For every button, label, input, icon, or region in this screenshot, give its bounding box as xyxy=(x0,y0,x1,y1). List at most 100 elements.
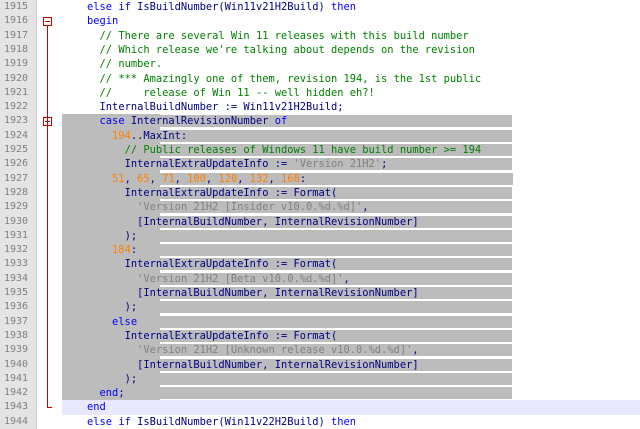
code-text[interactable]: 'Version 21H2 [Beta v10.0.%d.%d]', xyxy=(62,272,640,286)
code-content: InternalBuildNumber := Win11v21H2Build; xyxy=(62,101,344,113)
line-number: 1941 xyxy=(4,372,29,384)
code-text[interactable]: // number. xyxy=(62,57,640,71)
code-line[interactable]: 1930 [InternalBuildNumber, InternalRevis… xyxy=(0,215,640,229)
code-line[interactable]: 1923 case InternalRevisionNumber of xyxy=(0,114,640,128)
code-line[interactable]: 1924 194..MaxInt: xyxy=(0,129,640,143)
code-line[interactable]: 1932 184: xyxy=(0,243,640,257)
code-line[interactable]: 1943 end xyxy=(0,400,640,415)
code-content: 'Version 21H2 [Insider v10.0.%d.%d]', xyxy=(62,201,513,214)
code-editor[interactable]: 1915 else if IsBuildNumber(Win11v21H2Bui… xyxy=(0,0,640,429)
fold-margin[interactable] xyxy=(37,0,57,429)
code-text[interactable]: 'Version 21H2 [Insider v10.0.%d.%d]', xyxy=(62,200,640,214)
code-line[interactable]: 1919 // number. xyxy=(0,57,640,71)
fold-toggle-begin-icon[interactable] xyxy=(43,17,52,27)
code-line[interactable]: 1935 [InternalBuildNumber, InternalRevis… xyxy=(0,286,640,300)
code-token: InternalExtraUpdateInfo := Format( xyxy=(124,329,338,342)
selection-fill xyxy=(187,129,513,142)
code-line[interactable]: 1928 InternalExtraUpdateInfo := Format( xyxy=(0,186,640,200)
code-token: then xyxy=(331,415,357,428)
code-text[interactable]: // *** Amazingly one of them, revision 1… xyxy=(62,72,640,86)
code-text[interactable]: end; xyxy=(62,386,640,400)
code-text[interactable]: begin xyxy=(62,14,640,28)
selection-fill xyxy=(337,329,513,342)
code-line[interactable]: 1937 else xyxy=(0,315,640,329)
code-text[interactable]: case InternalRevisionNumber of xyxy=(62,114,640,128)
code-line[interactable]: 1926 InternalExtraUpdateInfo := 'Version… xyxy=(0,157,640,171)
code-line[interactable]: 1931 ); xyxy=(0,229,640,243)
code-line[interactable]: 1940 [InternalBuildNumber, InternalRevis… xyxy=(0,358,640,372)
code-text[interactable]: [InternalBuildNumber, InternalRevisionNu… xyxy=(62,358,640,372)
code-text[interactable]: 194..MaxInt: xyxy=(62,129,640,143)
code-text[interactable]: InternalExtraUpdateInfo := 'Version 21H2… xyxy=(62,157,640,171)
code-text[interactable]: else if IsBuildNumber(Win11v22H2Build) t… xyxy=(62,415,640,429)
code-line[interactable]: 1936 ); xyxy=(0,300,640,314)
code-text[interactable]: // Public releases of Windows 11 have bu… xyxy=(62,143,640,157)
code-lines[interactable]: 1915 else if IsBuildNumber(Win11v21H2Bui… xyxy=(0,0,640,429)
code-text[interactable]: // release of Win 11 -- well hidden eh?! xyxy=(62,86,640,100)
code-text[interactable]: ); xyxy=(62,300,640,314)
code-line[interactable]: 1942 end; xyxy=(0,386,640,400)
code-token: InternalRevisionNumber xyxy=(124,115,275,128)
code-line[interactable]: 1927 51, 65, 71, 100, 120, 132, 168: xyxy=(0,172,640,186)
line-number: 1925 xyxy=(4,144,29,155)
code-line[interactable]: 1944 else if IsBuildNumber(Win11v22H2Bui… xyxy=(0,415,640,429)
code-line[interactable]: 1933 InternalExtraUpdateInfo := Format( xyxy=(0,257,640,271)
code-token: 71 xyxy=(162,172,175,185)
code-text[interactable]: InternalExtraUpdateInfo := Format( xyxy=(62,257,640,271)
code-line[interactable]: 1921 // release of Win 11 -- well hidden… xyxy=(0,86,640,100)
code-content: // number. xyxy=(62,58,163,70)
code-text[interactable]: ); xyxy=(62,372,640,386)
code-line[interactable]: 1934 'Version 21H2 [Beta v10.0.%d.%d]', xyxy=(0,272,640,286)
code-text[interactable]: InternalExtraUpdateInfo := Format( xyxy=(62,329,640,343)
code-text[interactable]: 51, 65, 71, 100, 120, 132, 168: xyxy=(62,172,640,186)
code-token: if xyxy=(118,415,131,428)
code-text[interactable]: [InternalBuildNumber, InternalRevisionNu… xyxy=(62,215,640,229)
code-line[interactable]: 1918 // Which release we're talking abou… xyxy=(0,43,640,57)
code-line[interactable]: 1929 'Version 21H2 [Insider v10.0.%d.%d]… xyxy=(0,200,640,214)
code-content: end; xyxy=(62,387,513,400)
line-number: 1934 xyxy=(4,272,29,284)
selection-fill xyxy=(481,144,513,156)
code-line[interactable]: 1917 // There are several Win 11 release… xyxy=(0,29,640,43)
code-text[interactable]: // Which release we're talking about dep… xyxy=(62,43,640,57)
line-number: 1944 xyxy=(4,415,29,427)
code-token: else xyxy=(87,1,113,13)
code-text[interactable]: InternalExtraUpdateInfo := Format( xyxy=(62,186,640,200)
code-text[interactable]: 'Version 21H2 [Unknown release v10.0.%d.… xyxy=(62,343,640,357)
code-text[interactable]: ); xyxy=(62,229,640,243)
line-number: 1915 xyxy=(4,1,29,12)
code-text[interactable]: 184: xyxy=(62,243,640,257)
code-text[interactable]: else xyxy=(62,315,640,329)
code-text[interactable]: end xyxy=(62,400,640,415)
code-token: begin xyxy=(87,15,119,28)
code-line[interactable]: 1915 else if IsBuildNumber(Win11v21H2Bui… xyxy=(0,0,640,14)
code-token: 65 xyxy=(137,172,150,185)
code-text[interactable]: InternalBuildNumber := Win11v21H2Build; xyxy=(62,100,640,114)
selection-fill xyxy=(287,115,513,128)
selection-fill xyxy=(418,358,513,371)
code-text[interactable]: // There are several Win 11 releases wit… xyxy=(62,29,640,43)
line-number: 1922 xyxy=(4,101,29,113)
code-line[interactable]: 1938 InternalExtraUpdateInfo := Format( xyxy=(0,329,640,343)
code-line[interactable]: 1941 ); xyxy=(0,372,640,386)
code-content: 194..MaxInt: xyxy=(62,129,513,142)
code-token: IsBuildNumber(Win11v21H2Build) xyxy=(130,1,332,13)
code-text[interactable]: else if IsBuildNumber(Win11v21H2Build) t… xyxy=(62,0,640,14)
code-line[interactable]: 1925 // Public releases of Windows 11 ha… xyxy=(0,143,640,157)
code-line[interactable]: 1939 'Version 21H2 [Unknown release v10.… xyxy=(0,343,640,357)
code-content: InternalExtraUpdateInfo := Format( xyxy=(62,329,513,342)
line-number: 1921 xyxy=(4,86,29,98)
selection-fill xyxy=(418,344,513,357)
code-token: 'Version 21H2' xyxy=(293,158,382,171)
fold-guide-line xyxy=(47,26,48,408)
code-line[interactable]: 1922 InternalBuildNumber := Win11v21H2Bu… xyxy=(0,100,640,114)
code-text[interactable]: [InternalBuildNumber, InternalRevisionNu… xyxy=(62,286,640,300)
code-line[interactable]: 1920 // *** Amazingly one of them, revis… xyxy=(0,72,640,86)
code-line[interactable]: 1916 begin xyxy=(0,14,640,28)
